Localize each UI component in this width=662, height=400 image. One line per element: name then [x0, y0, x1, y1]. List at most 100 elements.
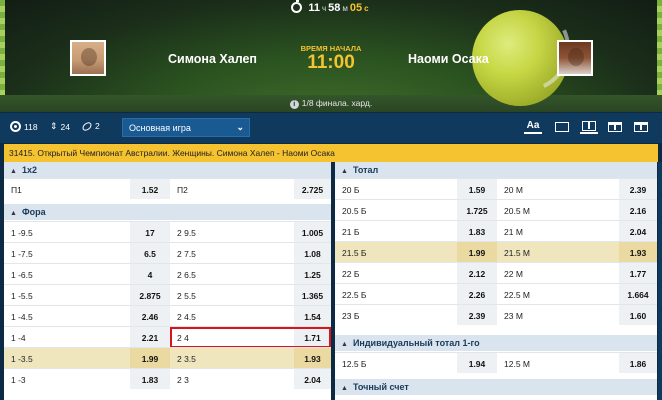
odd-value[interactable]: 2.39 — [457, 305, 497, 325]
market-toolbar: 118 ⇕ 24 2 Основная игра ⌄ Aa — [0, 113, 662, 143]
odd-value[interactable]: 4 — [130, 264, 170, 284]
outcome-label: 21.5 Б — [342, 248, 367, 258]
ind-over-label: 12.5 Б — [342, 359, 367, 369]
countdown-timer: 11 ч 58 м 05 с — [0, 0, 662, 14]
stopwatch-icon — [291, 0, 303, 13]
page-scrollbar[interactable] — [658, 162, 662, 400]
outcome-label: 1 -9.5 — [11, 228, 33, 238]
table-row: 1 -6.5 4 2 6.5 1.25 — [4, 263, 331, 284]
outcome-label: 22 М — [504, 269, 523, 279]
outcome-label: 1 -5.5 — [11, 291, 33, 301]
single-column-icon — [555, 121, 569, 132]
section-individual-total-header[interactable]: ▲ Индивидуальный тотал 1-го — [335, 335, 657, 351]
table-row: 21.5 Б 1.99 21.5 М 1.93 — [335, 241, 657, 262]
odd-value[interactable]: 2.04 — [619, 221, 657, 241]
caret-up-icon: ▲ — [341, 385, 348, 392]
odd-value[interactable]: 1.664 — [619, 284, 657, 304]
odd-value[interactable]: 1.60 — [619, 305, 657, 325]
p2-odd[interactable]: 2.725 — [294, 179, 331, 199]
row-1x2: П1 1.52 П2 2.725 — [4, 178, 331, 199]
odd-value[interactable]: 1.725 — [457, 200, 497, 220]
view-compact[interactable] — [632, 119, 650, 134]
period-select-value: Основная игра — [129, 123, 191, 133]
player2-avatar[interactable] — [557, 40, 593, 76]
section-exact-score-header[interactable]: ▲ Точный счет — [335, 379, 657, 395]
odd-value[interactable]: 1.59 — [457, 179, 497, 199]
row-individual-total: 12.5 Б 1.94 12.5 М 1.86 — [335, 352, 657, 373]
table-row: 1 -5.5 2.875 2 5.5 1.365 — [4, 284, 331, 305]
odd-value[interactable]: 1.83 — [130, 369, 170, 389]
timer-hours-unit: ч — [322, 4, 327, 13]
p1-odd[interactable]: 1.52 — [130, 179, 170, 199]
event-title-bar: 31415. Открытый Чемпионат Австралии. Жен… — [4, 144, 658, 162]
view-single-column[interactable] — [553, 119, 571, 134]
ind-under-label: 12.5 М — [504, 359, 530, 369]
outcome-label: 23 М — [504, 311, 523, 321]
all-markets-filter[interactable]: 118 — [10, 121, 38, 132]
updown-filter[interactable]: ⇕ 24 — [50, 121, 70, 132]
ind-under-odd[interactable]: 1.86 — [619, 353, 657, 373]
odd-value[interactable]: 1.93 — [294, 348, 331, 368]
odd-value[interactable]: 2.875 — [130, 285, 170, 305]
odd-value[interactable]: 1.93 — [619, 242, 657, 262]
view-table[interactable] — [606, 119, 624, 134]
stats-filter[interactable]: 2 — [80, 120, 100, 132]
outcome-label: 20.5 Б — [342, 206, 367, 216]
selected-bet-outline — [170, 327, 331, 348]
section-fora-title: Фора — [21, 207, 46, 217]
left-markets-panel: ▲ 1x2 П1 1.52 П2 2.725 ▲ Фора 1 -9.5 17 2 9.… — [4, 162, 331, 400]
outcome-label: 2 3 — [177, 375, 189, 385]
section-exact-score-title: Точный счет — [352, 382, 409, 392]
stats-count: 2 — [95, 121, 100, 131]
player2-name[interactable]: Наоми Осака — [408, 52, 489, 66]
view-two-columns[interactable] — [580, 119, 598, 134]
odd-value[interactable]: 1.83 — [457, 221, 497, 241]
outcome-label: 1 -6.5 — [11, 270, 33, 280]
odd-value[interactable]: 2.04 — [294, 369, 331, 389]
outcome-label: 22.5 М — [504, 290, 530, 300]
odd-value[interactable]: 17 — [130, 222, 170, 242]
odd-value[interactable]: 1.99 — [130, 348, 170, 368]
round-info: i 1/8 финала. хард. — [0, 98, 662, 109]
table-row: 1 -7.5 6.5 2 7.5 1.08 — [4, 242, 331, 263]
odd-value[interactable]: 1.005 — [294, 222, 331, 242]
outcome-label: 1 -3 — [11, 375, 26, 385]
table-row: 22.5 Б 2.26 22.5 М 1.664 — [335, 283, 657, 304]
outcome-label: 20 М — [504, 185, 523, 195]
odd-value[interactable]: 1.25 — [294, 264, 331, 284]
outcome-label: 1 -3.5 — [11, 354, 33, 364]
odd-value[interactable]: 2.39 — [619, 179, 657, 199]
odd-value[interactable]: 1.365 — [294, 285, 331, 305]
timer-minutes: 58 — [328, 2, 341, 14]
odd-value[interactable]: 2.46 — [130, 306, 170, 326]
updown-arrows-icon: ⇕ — [50, 121, 58, 131]
odd-value[interactable]: 2.12 — [457, 263, 497, 283]
section-1x2-title: 1x2 — [21, 165, 37, 175]
markets-count: 118 — [24, 121, 38, 132]
font-size-toggle[interactable]: Aa — [524, 119, 542, 134]
p2-label: П2 — [177, 185, 188, 195]
period-select[interactable]: Основная игра ⌄ — [122, 118, 250, 137]
outcome-label: 21 М — [504, 227, 523, 237]
ind-over-odd[interactable]: 1.94 — [457, 353, 497, 373]
section-fora-header[interactable]: ▲ Фора — [4, 204, 331, 220]
table-row: 1 -9.5 17 2 9.5 1.005 — [4, 221, 331, 242]
table-row: 20.5 Б 1.725 20.5 М 2.16 — [335, 199, 657, 220]
target-icon — [10, 121, 21, 132]
odd-value[interactable]: 1.08 — [294, 243, 331, 263]
section-1x2-header[interactable]: ▲ 1x2 — [4, 162, 331, 178]
odd-value[interactable]: 6.5 — [130, 243, 170, 263]
caret-up-icon: ▲ — [341, 341, 348, 348]
section-total-title: Тотал — [352, 165, 379, 175]
odd-value[interactable]: 1.99 — [457, 242, 497, 262]
odd-value[interactable]: 1.77 — [619, 263, 657, 283]
section-total-header[interactable]: ▲ Тотал — [335, 162, 657, 178]
table-row: 1 -4 2.21 2 4 1.71 — [4, 326, 331, 348]
odd-value[interactable]: 2.21 — [130, 327, 170, 347]
timer-seconds: 05 — [349, 2, 363, 14]
outcome-label: 1 -4 — [11, 333, 26, 343]
odd-value[interactable]: 2.26 — [457, 284, 497, 304]
odd-value[interactable]: 2.16 — [619, 200, 657, 220]
odd-value[interactable]: 1.54 — [294, 306, 331, 326]
outcome-label: 21 Б — [342, 227, 360, 237]
